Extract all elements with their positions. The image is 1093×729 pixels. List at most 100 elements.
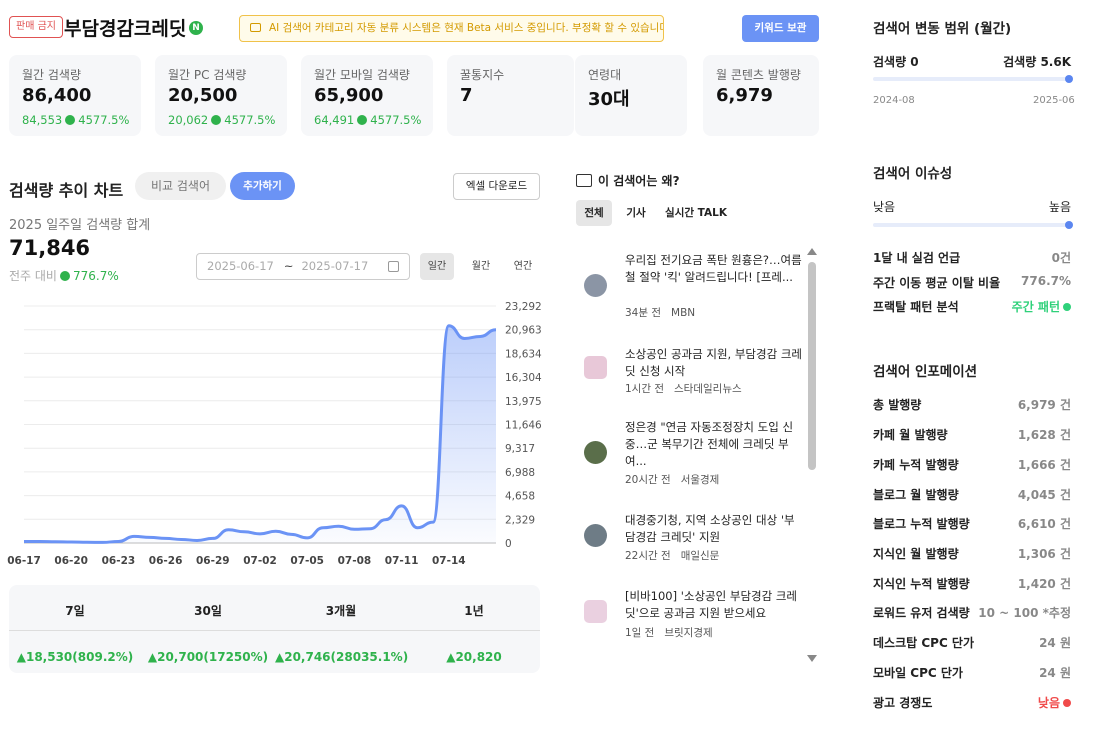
news-title[interactable]: 우리집 전기요금 폭탄 원흉은?…여름철 절약 '킥' 알려드립니다! [프레.… <box>625 252 803 286</box>
y-tick-label: 16,304 <box>505 372 542 384</box>
news-meta: 1시간 전 스타데일리뉴스 <box>625 381 742 396</box>
issue-high: 높음 <box>1048 200 1071 214</box>
info-row: 카페 월 발행량 1,628 건 <box>873 426 1071 443</box>
keep-keyword-button[interactable]: 키워드 보관 <box>742 15 819 42</box>
beta-notice: AI 검색어 카테고리 자동 분류 시스템은 현재 Beta 서비스 중입니다.… <box>239 15 664 42</box>
info-row-label: 블로그 누적 발행량 <box>873 517 970 531</box>
x-tick-label: 06-23 <box>102 555 136 567</box>
stat-value: 86,400 <box>22 85 92 106</box>
issue-low: 낮음 <box>873 200 896 214</box>
news-item[interactable]: 우리집 전기요금 폭탄 원흉은?…여름철 절약 '킥' 알려드립니다! [프레.… <box>584 252 802 322</box>
x-tick-label: 06-26 <box>149 555 183 567</box>
news-title[interactable]: [비바100] '소상공인 부담경감 크레딧'으로 공과금 지원 받으세요 <box>625 588 803 622</box>
news-title[interactable]: 소상공인 공과금 지원, 부담경감 크레딧 신청 시작 <box>625 346 803 380</box>
info-row: 카페 누적 발행량 1,666 건 <box>873 456 1071 473</box>
issue-marker <box>1065 221 1073 229</box>
week-over-week: 전주 대비 776.7% <box>9 267 119 284</box>
info-row-value-text: 6,610 건 <box>1017 517 1071 531</box>
news-meta: 20시간 전 서울경제 <box>625 472 719 487</box>
up-arrow-icon <box>357 115 368 125</box>
issue-row-label: 프랙탈 패턴 분석 <box>873 300 959 314</box>
period-monthly[interactable]: 월간 <box>464 253 498 280</box>
news-item[interactable]: 대경중기청, 지역 소상공인 대상 '부담경감 크레딧' 지원 22시간 전 매… <box>584 512 799 567</box>
period-daily[interactable]: 일간 <box>420 253 454 280</box>
news-meta: 22시간 전 매일신문 <box>625 548 719 563</box>
stat-value: 65,900 <box>314 85 384 106</box>
news-time: 1시간 전 <box>625 383 664 395</box>
info-row-label: 로워드 유저 검색량 <box>873 606 970 620</box>
beta-notice-text: AI 검색어 카테고리 자동 분류 시스템은 현재 Beta 서비스 중입니다.… <box>269 22 664 34</box>
info-row: 지식인 누적 발행량 1,420 건 <box>873 575 1071 592</box>
stat-card-honey: 꿀통지수 7 <box>447 55 574 136</box>
y-tick-label: 2,329 <box>505 514 535 526</box>
stat-label: 월 콘텐츠 발행량 <box>716 68 801 82</box>
stat-value: 6,979 <box>716 85 773 106</box>
stat-sub-value: 20,062 <box>168 113 209 127</box>
news-source: 브릿지경제 <box>664 627 713 639</box>
stat-card-mobile: 월간 모바일 검색량 65,900 64,491 4577.5% <box>301 55 433 136</box>
info-row: 로워드 유저 검색량 10 ~ 100 *추정 <box>873 604 1071 621</box>
issue-row: 프랙탈 패턴 분석 주간 패턴 <box>873 298 1071 315</box>
y-tick-label: 13,975 <box>505 396 542 408</box>
range-labels: 검색량 0 검색량 5.6K <box>873 53 1071 70</box>
status-dot-icon <box>1063 699 1071 707</box>
stat-sub: 84,553 4577.5% <box>22 113 129 127</box>
keyword-title: 부담경감크레딧 <box>64 18 187 40</box>
info-row-label: 총 발행량 <box>873 398 922 412</box>
scroll-up-icon[interactable] <box>807 248 817 255</box>
issue-scale: 낮음 높음 <box>873 198 1071 215</box>
up-arrow-icon <box>211 115 222 125</box>
summary-value: ▲20,820 <box>446 650 502 664</box>
tab-articles[interactable]: 기사 <box>618 200 654 226</box>
issue-row-value: 0건 <box>1051 251 1071 265</box>
summary-period: 30일 <box>194 604 222 618</box>
info-row-label: 블로그 월 발행량 <box>873 488 959 502</box>
news-item[interactable]: 소상공인 공과금 지원, 부담경감 크레딧 신청 시작 1시간 전 스타데일리뉴… <box>584 346 802 401</box>
info-row-value-text: 6,979 건 <box>1017 398 1071 412</box>
range-max: 검색량 5.6K <box>1003 55 1071 69</box>
scroll-down-icon[interactable] <box>807 655 817 662</box>
stat-value: 20,500 <box>168 85 238 106</box>
compare-keyword-button[interactable]: 비교 검색어 <box>135 172 226 200</box>
news-item[interactable]: 정은경 "연금 자동조정장치 도입 신중…군 복무기간 전체에 크레딧 부여..… <box>584 419 799 489</box>
why-title: 이 검색어는 왜? <box>576 172 680 189</box>
stat-value: 30대 <box>588 89 630 110</box>
summary-period: 3개월 <box>325 604 357 618</box>
period-yearly[interactable]: 연간 <box>506 253 540 280</box>
tab-all[interactable]: 전체 <box>576 200 612 226</box>
info-row: 모바일 CPC 단가 24 원 <box>873 664 1071 681</box>
y-tick-label: 4,658 <box>505 491 535 503</box>
add-button[interactable]: 추가하기 <box>230 172 295 200</box>
info-row-value: 24 원 <box>1039 634 1071 651</box>
info-row-label: 광고 경쟁도 <box>873 696 933 710</box>
issue-row-value: 주간 패턴 <box>1012 298 1071 315</box>
news-meta: 34분 전 MBN <box>625 305 695 320</box>
info-row-label: 데스크탑 CPC 단가 <box>873 636 975 650</box>
scrollbar-thumb[interactable] <box>808 262 816 470</box>
stat-sub: 64,491 4577.5% <box>314 113 421 127</box>
week-sum-value: 71,846 <box>9 236 91 260</box>
calendar-icon[interactable] <box>388 261 399 272</box>
tab-talk[interactable]: 실시간 TALK <box>662 200 730 226</box>
news-title[interactable]: 정은경 "연금 자동조정장치 도입 신중…군 복무기간 전체에 크레딧 부여..… <box>625 419 803 470</box>
info-row-label: 지식인 누적 발행량 <box>873 577 970 591</box>
up-arrow-icon <box>59 271 70 281</box>
info-row-value: 1,306 건 <box>1018 545 1071 562</box>
excel-download-button[interactable]: 엑셀 다운로드 <box>453 173 540 200</box>
summary-value: ▲18,530(809.2%) <box>16 650 134 664</box>
news-thumbnail <box>584 600 607 623</box>
x-tick-label: 06-20 <box>54 555 88 567</box>
news-time: 20시간 전 <box>625 474 671 486</box>
chat-icon <box>576 174 592 187</box>
date-range-input[interactable]: 2025-06-17 ~2025-07-17 <box>196 253 410 280</box>
news-source: 매일신문 <box>680 550 720 562</box>
info-row-value: 24 원 <box>1039 664 1071 681</box>
news-source: 서울경제 <box>680 474 720 486</box>
info-row-value-text: 낮음 <box>1037 696 1060 710</box>
info-row-value: 낮음 <box>1038 694 1071 711</box>
info-row-value: 1,666 건 <box>1018 456 1071 473</box>
date-separator: ~ <box>283 259 294 273</box>
stat-card-monthly: 월간 검색량 86,400 84,553 4577.5% <box>9 55 141 136</box>
news-item[interactable]: [비바100] '소상공인 부담경감 크레딧'으로 공과금 지원 받으세요 1일… <box>584 588 799 643</box>
news-title[interactable]: 대경중기청, 지역 소상공인 대상 '부담경감 크레딧' 지원 <box>625 512 803 546</box>
